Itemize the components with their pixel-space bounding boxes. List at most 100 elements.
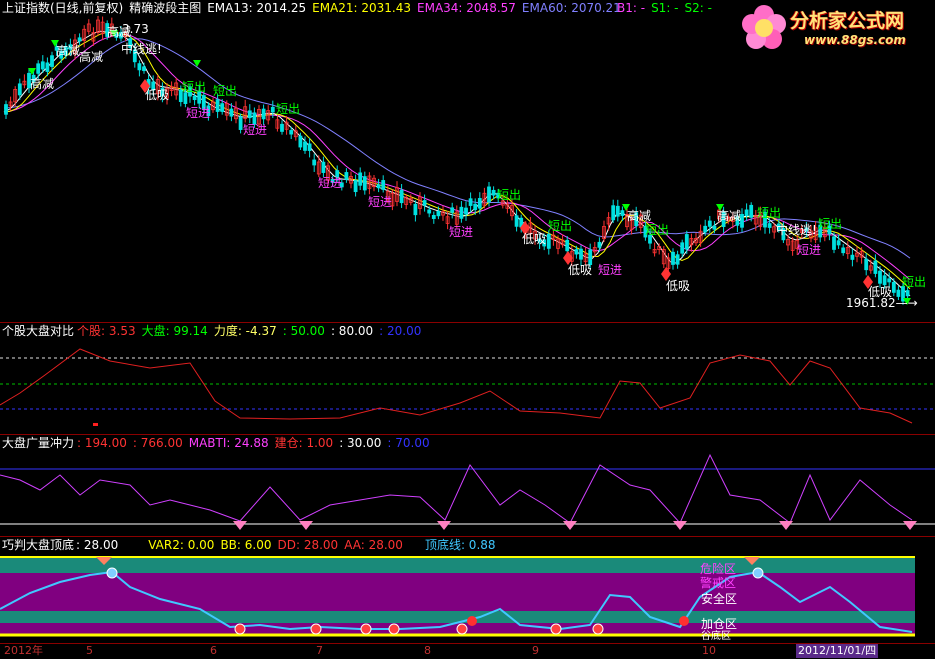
- zone-bottom-label: 谷底区: [701, 631, 731, 642]
- signal-low-buy: 低吸: [145, 88, 170, 102]
- xaxis-label: 8: [424, 644, 431, 657]
- signal-low-buy: 低吸: [522, 232, 547, 246]
- candle-body: [546, 233, 551, 249]
- candle-body: [137, 63, 142, 71]
- candle-body: [882, 275, 887, 286]
- top-point-icon: [752, 567, 764, 579]
- bottom-point-icon: [234, 623, 246, 635]
- candle-body: [344, 172, 349, 180]
- site-logo: 分析家公式网 www.88gs.com: [738, 2, 934, 54]
- warn-zone: [0, 573, 915, 611]
- danger-zone: [0, 557, 915, 573]
- candle-body: [749, 204, 754, 218]
- top-bottom-panel[interactable]: 巧判大盘顶底: 28.00 VAR2: 0.00 BB: 6.00 DD: 28.00…: [0, 537, 935, 643]
- candle-body: [680, 242, 685, 254]
- xaxis-label: 2012年: [4, 644, 43, 657]
- zone-warn-label: 警戒区: [700, 576, 737, 590]
- bottom-point-icon: [360, 623, 372, 635]
- last-price-label: 1961.82—→: [846, 296, 918, 310]
- candle-body: [4, 104, 8, 115]
- candle-body: [864, 258, 869, 271]
- build-marker-icon: [299, 521, 313, 530]
- b1-value: B1: -: [617, 1, 646, 15]
- v194-value: : 194.00: [77, 436, 127, 450]
- s2-value: S2: -: [684, 1, 712, 15]
- signal-mid-escape: 中线逃!: [776, 223, 817, 237]
- signal-short-in: 短进: [186, 106, 211, 120]
- candle-body: [36, 63, 41, 74]
- safe-zone: [0, 611, 915, 623]
- ema13-value: EMA13: 2014.25: [207, 1, 307, 15]
- zone-safe-label: 安全区: [701, 592, 738, 606]
- candle-body: [514, 215, 519, 227]
- logo-name: 分析家公式网: [790, 10, 905, 32]
- candle-body: [473, 203, 478, 211]
- stock-vs-market-chart[interactable]: [0, 323, 935, 434]
- signal-low-buy: 低吸: [568, 263, 593, 277]
- stock-strength-line: [0, 348, 913, 424]
- ema60-value: EMA60: 2070.21: [521, 1, 621, 15]
- main-chart-panel[interactable]: 上证指数(日线,前复权) 精确波段主图 EMA13: 2014.25 EMA21: 2…: [0, 0, 935, 322]
- signal-low-buy: 低吸: [666, 279, 691, 293]
- signal-short-out: 短出: [902, 275, 927, 289]
- panel2-header: 个股大盘对比 个股: 3.53 大盘: 99.14 力度: -4.37: 50.00:…: [2, 324, 427, 338]
- bb-value: BB: 6.00: [220, 538, 272, 552]
- time-axis[interactable]: 2012年 5 6 7 8 9 10 2012/11/01/四: [0, 643, 935, 659]
- top-bottom-chart[interactable]: [0, 537, 935, 643]
- signal-high-reduce: 高减: [627, 209, 652, 223]
- candle-body: [436, 210, 441, 217]
- candle-body: [183, 92, 188, 104]
- candle-body: [873, 260, 878, 274]
- candle-body: [712, 225, 717, 230]
- build-marker-icon: [903, 521, 917, 530]
- candle-body: [17, 83, 22, 96]
- var2-value: VAR2: 0.00: [148, 538, 215, 552]
- build-marker-icon: [563, 521, 577, 530]
- candle-body: [427, 209, 432, 214]
- signal-status: B1: - S1: - S2: -: [617, 1, 718, 15]
- signal-short-in: 短进: [368, 195, 393, 209]
- candle-body: [431, 215, 436, 219]
- stock-value: 个股: 3.53: [77, 324, 136, 338]
- panel2-title: 个股大盘对比: [2, 324, 75, 338]
- last-price-text: 1961.82: [846, 296, 896, 310]
- signal-short-in: 短进: [797, 243, 822, 257]
- zone-danger-label: 危险区: [700, 562, 737, 576]
- stock-vs-market-panel[interactable]: 个股大盘对比 个股: 3.53 大盘: 99.14 力度: -4.37: 50.00:…: [0, 323, 935, 434]
- build-marker-icon: [437, 521, 451, 530]
- candle-body: [399, 189, 404, 204]
- candle-body: [836, 240, 841, 246]
- candle-body: [878, 270, 882, 284]
- signal-short-in: 短进: [318, 176, 343, 190]
- breadth-chart[interactable]: [0, 435, 935, 536]
- candle-body: [597, 241, 602, 248]
- build-marker-icon: [233, 521, 247, 530]
- bottom-point-icon: [388, 623, 400, 635]
- candle-body: [321, 161, 326, 173]
- candle-body: [832, 236, 836, 250]
- candle-body: [307, 143, 312, 151]
- build-marker-icon: [779, 521, 793, 530]
- candle-body: [247, 110, 252, 119]
- candle-body: [450, 207, 455, 213]
- selected-date[interactable]: 2012/11/01/四: [796, 644, 879, 658]
- candle-body: [841, 247, 846, 254]
- breadth-panel[interactable]: 大盘广量冲力: 194.00: 766.00 MABTI: 24.88 建仓: 1.…: [0, 435, 935, 536]
- xaxis-label: 9: [532, 644, 539, 657]
- candle-body: [40, 61, 45, 70]
- line80-value: : 80.00: [330, 324, 374, 338]
- xaxis-label: 7: [316, 644, 323, 657]
- candle-body: [767, 223, 772, 228]
- dd-value: DD: 28.00: [277, 538, 339, 552]
- candle-body: [280, 123, 284, 132]
- v70-value: : 70.00: [387, 436, 430, 450]
- bottomline-value: 顶底线: 0.88: [424, 538, 496, 552]
- s1-value: S1: -: [651, 1, 679, 15]
- candle-body: [477, 198, 482, 209]
- bottom-point-icon: [550, 623, 562, 635]
- candle-body: [707, 220, 712, 227]
- flower-logo-icon: [742, 5, 786, 49]
- v30-value: : 30.00: [339, 436, 382, 450]
- signal-high-reduce: 高减: [79, 50, 104, 64]
- signal-short-out: 短出: [276, 102, 301, 116]
